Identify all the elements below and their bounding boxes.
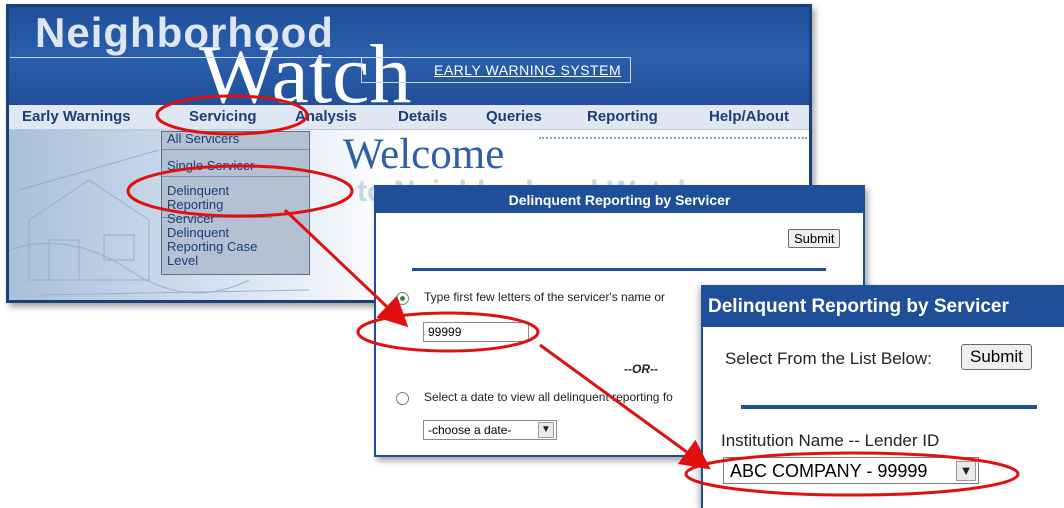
dropdown-item-single-servicer[interactable]: Single Servicer — [162, 159, 309, 177]
date-select[interactable]: -choose a date- ▼ — [423, 420, 557, 440]
chevron-down-icon[interactable]: ▼ — [538, 422, 554, 438]
form-title: Delinquent Reporting by Servicer — [376, 187, 863, 213]
date-select-value: -choose a date- — [428, 423, 512, 437]
app-subtitle: EARLY WARNING SYSTEM — [434, 62, 622, 78]
date-option-label: Select a date to view all delinquent rep… — [424, 390, 673, 404]
dropdown-item-all-servicers[interactable]: All Servicers — [162, 132, 309, 150]
radio-selected-icon[interactable] — [396, 292, 409, 305]
menu-queries[interactable]: Queries — [486, 108, 542, 125]
or-separator: --OR-- — [624, 362, 658, 376]
welcome-dotted-rule — [539, 137, 807, 139]
select-prompt-label: Select From the List Below: — [725, 349, 932, 368]
servicing-dropdown-menu: All Servicers Single Servicer Delinquent… — [161, 131, 310, 275]
institution-field-label: Institution Name -- Lender ID — [721, 431, 940, 450]
institution-select[interactable]: ABC COMPANY - 99999 ▼ — [723, 457, 979, 484]
menu-servicing[interactable]: Servicing — [189, 108, 257, 125]
chevron-down-icon[interactable]: ▼ — [956, 461, 976, 481]
servicer-search-input[interactable]: 99999 — [423, 322, 529, 342]
zoom-title: Delinquent Reporting by Servicer — [703, 287, 1064, 327]
radio-unselected-icon[interactable] — [396, 392, 409, 405]
menu-reporting[interactable]: Reporting — [587, 108, 658, 125]
dropdown-item-delinquent-reporting-servicer[interactable]: Delinquent Reporting Servicer — [162, 184, 272, 226]
subtitle-box: EARLY WARNING SYSTEM — [10, 57, 631, 83]
zoomed-servicer-list: Delinquent Reporting by Servicer Select … — [701, 285, 1064, 508]
menu-details[interactable]: Details — [398, 108, 447, 125]
dropdown-item-delinquent-reporting-case-level[interactable]: Delinquent Reporting Case Level — [162, 226, 274, 274]
institution-select-value: ABC COMPANY - 99999 — [730, 461, 928, 481]
form-divider — [412, 268, 826, 271]
welcome-heading: Welcome — [343, 131, 505, 178]
menu-analysis[interactable]: Analysis — [295, 108, 357, 125]
menu-early-warnings[interactable]: Early Warnings — [22, 108, 131, 125]
submit-button[interactable]: Submit — [788, 229, 841, 248]
servicer-name-option-label: Type first few letters of the servicer's… — [424, 290, 666, 304]
zoom-divider — [741, 405, 1037, 409]
app-banner: Neighborhood Watch EARLY WARNING SYSTEM — [9, 7, 809, 105]
main-menu-bar: Early Warnings Servicing Analysis Detail… — [9, 105, 809, 130]
zoom-submit-button[interactable]: Submit — [961, 344, 1032, 370]
menu-help-about[interactable]: Help/About — [709, 108, 789, 125]
